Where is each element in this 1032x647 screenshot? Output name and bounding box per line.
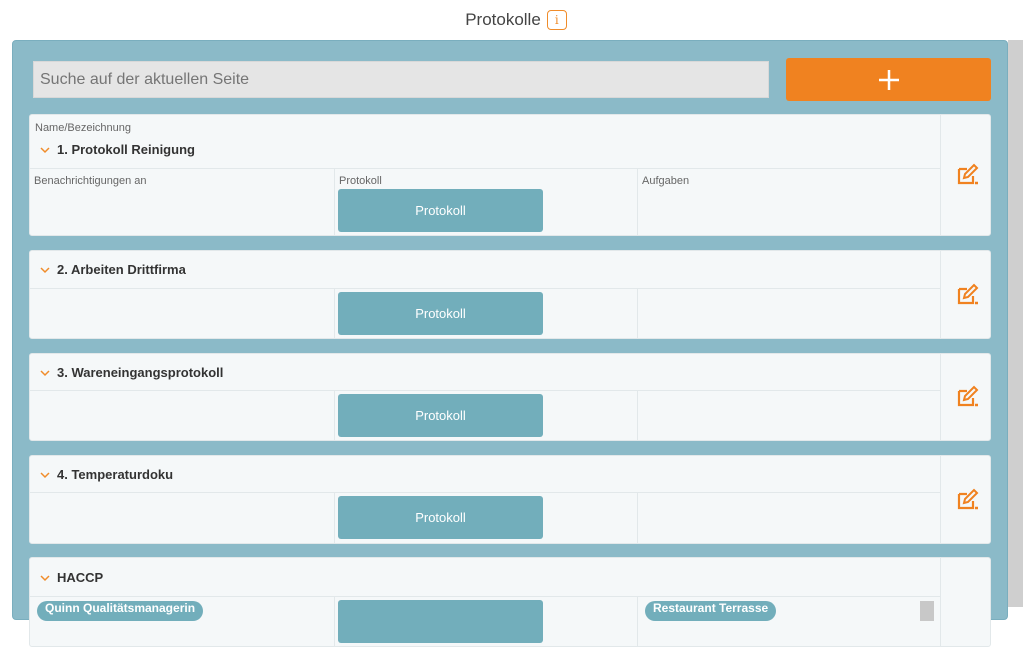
- card-title[interactable]: 3. Wareneingangsprotokoll: [40, 365, 223, 380]
- card-title[interactable]: 4. Temperaturdoku: [40, 467, 173, 482]
- card-title-text: 2. Arbeiten Drittfirma: [57, 262, 186, 277]
- protocol-card: HACCP Quinn Qualitätsmanagerin Restauran…: [29, 557, 991, 647]
- plus-icon: [878, 69, 899, 90]
- card-row: Protokoll: [30, 390, 940, 441]
- column-header-name: Name/Bezeichnung: [35, 122, 132, 134]
- card-title-text: 4. Temperaturdoku: [57, 467, 174, 482]
- chevron-down-icon: [40, 142, 52, 157]
- protocol-cell: Protokoll: [334, 493, 637, 544]
- card-title[interactable]: HACCP: [40, 570, 103, 585]
- card-row: Protokoll: [30, 288, 940, 339]
- tasks-cell: Aufgaben: [637, 169, 940, 236]
- edit-button[interactable]: [940, 354, 992, 440]
- protocol-button[interactable]: Protokoll: [338, 189, 543, 232]
- protocol-panel: Name/Bezeichnung 1. Protokoll Reinigung …: [12, 40, 1008, 647]
- info-icon[interactable]: i: [546, 10, 567, 30]
- card-title-text: HACCP: [57, 570, 104, 585]
- tasks-cell: [637, 493, 940, 544]
- edit-button[interactable]: [940, 456, 992, 543]
- card-title[interactable]: 1. Protokoll Reinigung: [40, 142, 195, 157]
- chevron-down-icon: [40, 467, 52, 482]
- chevron-down-icon: [40, 262, 52, 277]
- edit-button[interactable]: [940, 558, 992, 646]
- edit-button[interactable]: [940, 115, 992, 235]
- protocol-cell: Protokoll: [334, 391, 637, 441]
- protocol-button[interactable]: Protokoll: [338, 292, 543, 335]
- column-header-notifications: Benachrichtigungen an: [34, 175, 147, 187]
- task-badge: Restaurant Terrasse: [645, 601, 777, 621]
- chevron-down-icon: [40, 570, 52, 585]
- card-row: Protokoll: [30, 492, 940, 544]
- edit-icon: [957, 163, 978, 185]
- protocol-cell: Protokoll Protokoll: [334, 169, 637, 236]
- notifications-cell: [30, 493, 334, 544]
- edit-icon: [957, 283, 978, 304]
- notifications-cell: [30, 391, 334, 441]
- notifications-cell: Benachrichtigungen an: [30, 169, 334, 236]
- protocol-button[interactable]: [338, 600, 543, 643]
- recipient-badge: Quinn Qualitätsmanagerin: [37, 601, 204, 621]
- notifications-cell: Quinn Qualitätsmanagerin: [30, 597, 334, 647]
- tasks-cell: [637, 289, 940, 339]
- edit-icon: [957, 385, 978, 407]
- protocol-button[interactable]: Protokoll: [338, 394, 543, 437]
- chevron-down-icon: [40, 365, 52, 380]
- column-header-tasks: Aufgaben: [642, 175, 690, 187]
- add-protocol-button[interactable]: [786, 58, 991, 101]
- protocol-cell: Protokoll: [334, 289, 637, 339]
- protocol-card: Name/Bezeichnung 1. Protokoll Reinigung …: [29, 114, 991, 236]
- tasks-cell: Restaurant Terrasse: [637, 597, 940, 647]
- edit-button[interactable]: [940, 251, 992, 338]
- protocol-card: 4. Temperaturdoku Protokoll: [29, 455, 991, 544]
- protocol-cell: [334, 597, 637, 647]
- page-title: Protokolle: [465, 10, 541, 29]
- card-title-text: 1. Protokoll Reinigung: [57, 142, 195, 157]
- protocol-card: 3. Wareneingangsprotokoll Protokoll: [29, 353, 991, 441]
- page-scrollbar[interactable]: [1008, 40, 1023, 607]
- column-header-protocol: Protokoll: [339, 175, 382, 187]
- card-row: Benachrichtigungen an Protokoll Protokol…: [30, 168, 940, 236]
- card-title[interactable]: 2. Arbeiten Drittfirma: [40, 262, 186, 277]
- page-header: Protokolle i: [0, 0, 1032, 40]
- card-scrollbar[interactable]: [920, 601, 934, 621]
- card-row: Quinn Qualitätsmanagerin Restaurant Terr…: [30, 596, 940, 647]
- protocol-card: 2. Arbeiten Drittfirma Protokoll: [29, 250, 991, 339]
- edit-icon: [957, 488, 978, 509]
- tasks-cell: [637, 391, 940, 441]
- search-input[interactable]: [33, 61, 769, 98]
- card-title-text: 3. Wareneingangsprotokoll: [57, 365, 224, 380]
- notifications-cell: [30, 289, 334, 339]
- protocol-button[interactable]: Protokoll: [338, 496, 543, 539]
